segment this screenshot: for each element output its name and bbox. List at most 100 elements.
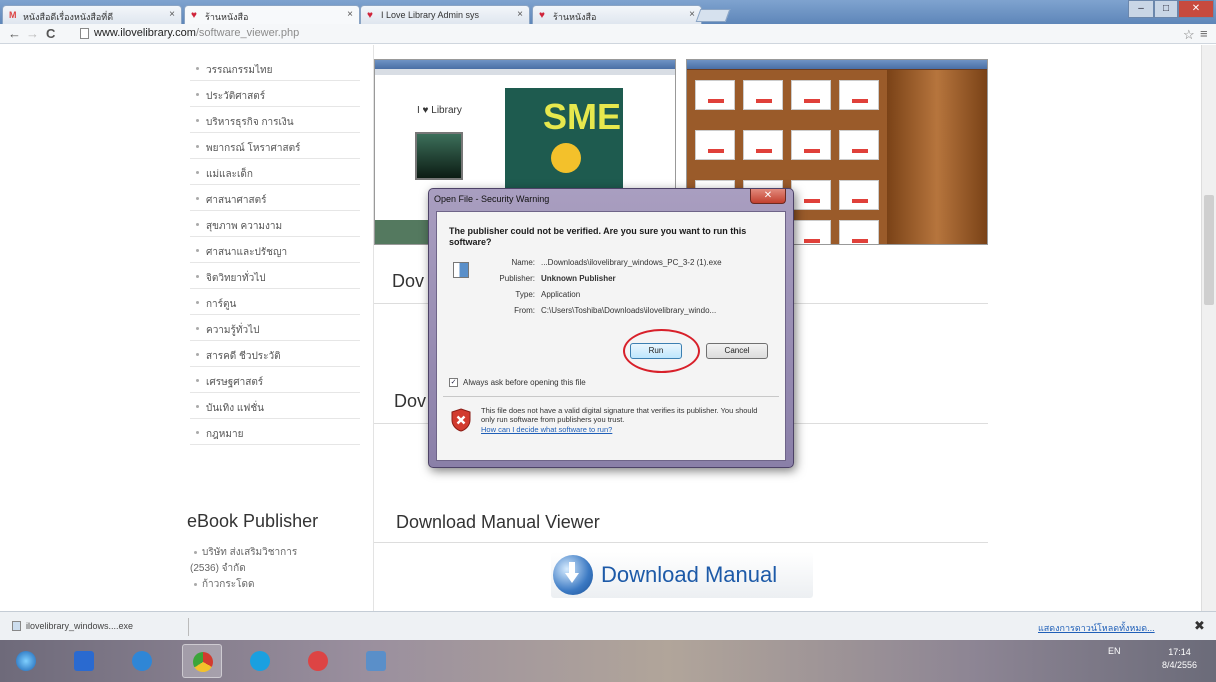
dialog-separator: [443, 396, 779, 397]
media-player-icon: [74, 651, 94, 671]
chrome-icon: [193, 652, 213, 672]
start-button[interactable]: [6, 644, 46, 678]
close-shelf-icon[interactable]: ✖: [1194, 618, 1205, 634]
download-item-name: ilovelibrary_windows....exe: [26, 621, 134, 631]
close-tab-icon[interactable]: ×: [169, 9, 175, 20]
application-file-icon: [453, 262, 469, 278]
category-link[interactable]: บริหารธุรกิจ การเงิน: [190, 107, 360, 133]
close-tab-icon[interactable]: ×: [689, 9, 695, 20]
download-shelf: ilovelibrary_windows....exe แสดงการดาวน์…: [0, 611, 1216, 640]
page-icon: [80, 28, 89, 39]
maximize-button[interactable]: □: [1154, 0, 1178, 18]
field-key: Name:: [511, 258, 535, 267]
taskbar-media[interactable]: [64, 644, 104, 678]
publisher-heading: eBook Publisher: [187, 511, 319, 531]
dialog-close-button[interactable]: ✕: [750, 189, 786, 204]
always-ask-label[interactable]: Always ask before opening this file: [463, 378, 586, 387]
clock-date: 8/4/2556: [1162, 660, 1198, 670]
magazine-title: SME: [543, 96, 622, 137]
category-link[interactable]: สุขภาพ ความงาม: [190, 211, 360, 237]
publisher-link[interactable]: บริษัท ส่งเสริมวิชาการ: [190, 545, 360, 561]
new-tab-button[interactable]: [695, 9, 731, 22]
tab-label: ร้านหนังสือ: [553, 12, 597, 22]
laptop-image: [415, 132, 463, 180]
menu-icon[interactable]: ≡: [1200, 26, 1208, 41]
language-indicator[interactable]: EN: [1108, 646, 1121, 656]
minimize-button[interactable]: –: [1128, 0, 1154, 18]
security-question: The publisher could not be verified. Are…: [449, 226, 747, 247]
category-link[interactable]: การ์ตูน: [190, 289, 360, 315]
category-link[interactable]: ศาสนาศาสตร์: [190, 185, 360, 211]
forward-arrow-icon[interactable]: →: [26, 26, 39, 42]
category-link[interactable]: สารคดี ชีวประวัติ: [190, 341, 360, 367]
field-key: Type:: [515, 290, 535, 299]
close-tab-icon[interactable]: ×: [517, 9, 523, 20]
down-arrow-icon: [565, 562, 579, 583]
tab-4[interactable]: ♥ ร้านหนังสือ ×: [532, 5, 702, 24]
cancel-button[interactable]: Cancel: [706, 343, 768, 359]
category-link[interactable]: วรรณกรรมไทย: [190, 55, 360, 81]
tab-label: I Love Library Admin sys: [381, 10, 480, 20]
always-ask-checkbox[interactable]: ✓: [449, 378, 458, 387]
ilovelibrary-logo: I ♥ Library: [417, 105, 462, 116]
from-value: C:\Users\Toshiba\Downloads\ilovelibrary_…: [541, 306, 717, 315]
category-link[interactable]: เศรษฐศาสตร์: [190, 367, 360, 393]
dialog-title: Open File - Security Warning: [434, 194, 550, 204]
browser-toolbar: ← → C www.ilovelibrary.com/software_view…: [0, 24, 1216, 44]
close-tab-icon[interactable]: ×: [347, 9, 353, 20]
skype-icon: [250, 651, 270, 671]
download-item[interactable]: ilovelibrary_windows....exe: [12, 617, 182, 635]
reload-icon[interactable]: C: [46, 26, 55, 42]
category-link[interactable]: พยากรณ์ โหราศาสตร์: [190, 133, 360, 159]
tab-3[interactable]: ♥ I Love Library Admin sys ×: [360, 5, 530, 24]
app: M หนังสือดีเรื่องหนังสือที่ดี × ♥ ร้านหน…: [0, 0, 1216, 682]
system-clock[interactable]: 17:14 8/4/2556: [1162, 646, 1197, 672]
scrollbar-thumb[interactable]: [1204, 195, 1214, 305]
back-arrow-icon[interactable]: ←: [8, 26, 21, 42]
bookmark-star-icon[interactable]: ☆: [1183, 27, 1195, 43]
tab-1[interactable]: M หนังสือดีเรื่องหนังสือที่ดี ×: [2, 5, 182, 24]
heart-icon: ♥: [539, 10, 545, 21]
file-icon: [12, 621, 21, 631]
page-scrollbar[interactable]: [1201, 45, 1216, 611]
signature-warning-text: This file does not have a valid digital …: [481, 406, 758, 424]
taskbar-chrome[interactable]: [182, 644, 222, 678]
download-heading-2: Dov: [394, 391, 427, 411]
tab-2[interactable]: ♥ ร้านหนังสือ ×: [184, 5, 360, 24]
category-link[interactable]: บันเทิง แฟชั่น: [190, 393, 360, 419]
shelf-separator: [188, 618, 189, 636]
field-key: From:: [514, 306, 535, 315]
category-link[interactable]: กฎหมาย: [190, 419, 360, 445]
address-bar[interactable]: www.ilovelibrary.com/software_viewer.php: [80, 26, 1200, 42]
publisher-link[interactable]: ก้าวกระโดด: [190, 577, 360, 593]
download-manual-label: Download Manual: [601, 562, 778, 587]
run-highlight-annotation: [623, 329, 700, 373]
taskbar-skype[interactable]: [240, 644, 280, 678]
close-window-button[interactable]: ✕: [1178, 0, 1214, 18]
file-explorer-icon: [366, 651, 386, 671]
category-link[interactable]: ประวัติศาสตร์: [190, 81, 360, 107]
publisher-value: Unknown Publisher: [541, 274, 616, 283]
category-list: วรรณกรรมไทย ประวัติศาสตร์ บริหารธุรกิจ การ…: [190, 55, 360, 445]
clock-time: 17:14: [1168, 647, 1191, 657]
heart-app-icon: [308, 651, 328, 671]
shield-warning-icon: [451, 408, 471, 432]
category-link[interactable]: ศาสนาและปรัชญา: [190, 237, 360, 263]
download-viewer-heading: Dov: [392, 271, 425, 292]
download-manual-button[interactable]: Download Manual: [551, 552, 813, 598]
category-link[interactable]: แม่และเด็ก: [190, 159, 360, 185]
publisher-link-cont[interactable]: (2536) จำกัด: [190, 561, 360, 577]
field-key: Publisher:: [499, 274, 535, 283]
taskbar-explorer[interactable]: [356, 644, 396, 678]
taskbar-ie[interactable]: [122, 644, 162, 678]
show-all-downloads-link[interactable]: แสดงการดาวน์โหลดทั้งหมด...: [1038, 621, 1155, 635]
taskbar-app[interactable]: [298, 644, 338, 678]
divider: [374, 542, 988, 543]
gmail-icon: M: [9, 10, 17, 20]
category-link[interactable]: จิตวิทยาทั่วไป: [190, 263, 360, 289]
url-text: www.ilovelibrary.com/software_viewer.php: [94, 27, 300, 39]
help-link[interactable]: How can I decide what software to run?: [481, 425, 612, 434]
heart-icon: ♥: [367, 10, 373, 21]
tab-strip: M หนังสือดีเรื่องหนังสือที่ดี × ♥ ร้านหน…: [0, 0, 1216, 24]
category-link[interactable]: ความรู้ทั่วไป: [190, 315, 360, 341]
